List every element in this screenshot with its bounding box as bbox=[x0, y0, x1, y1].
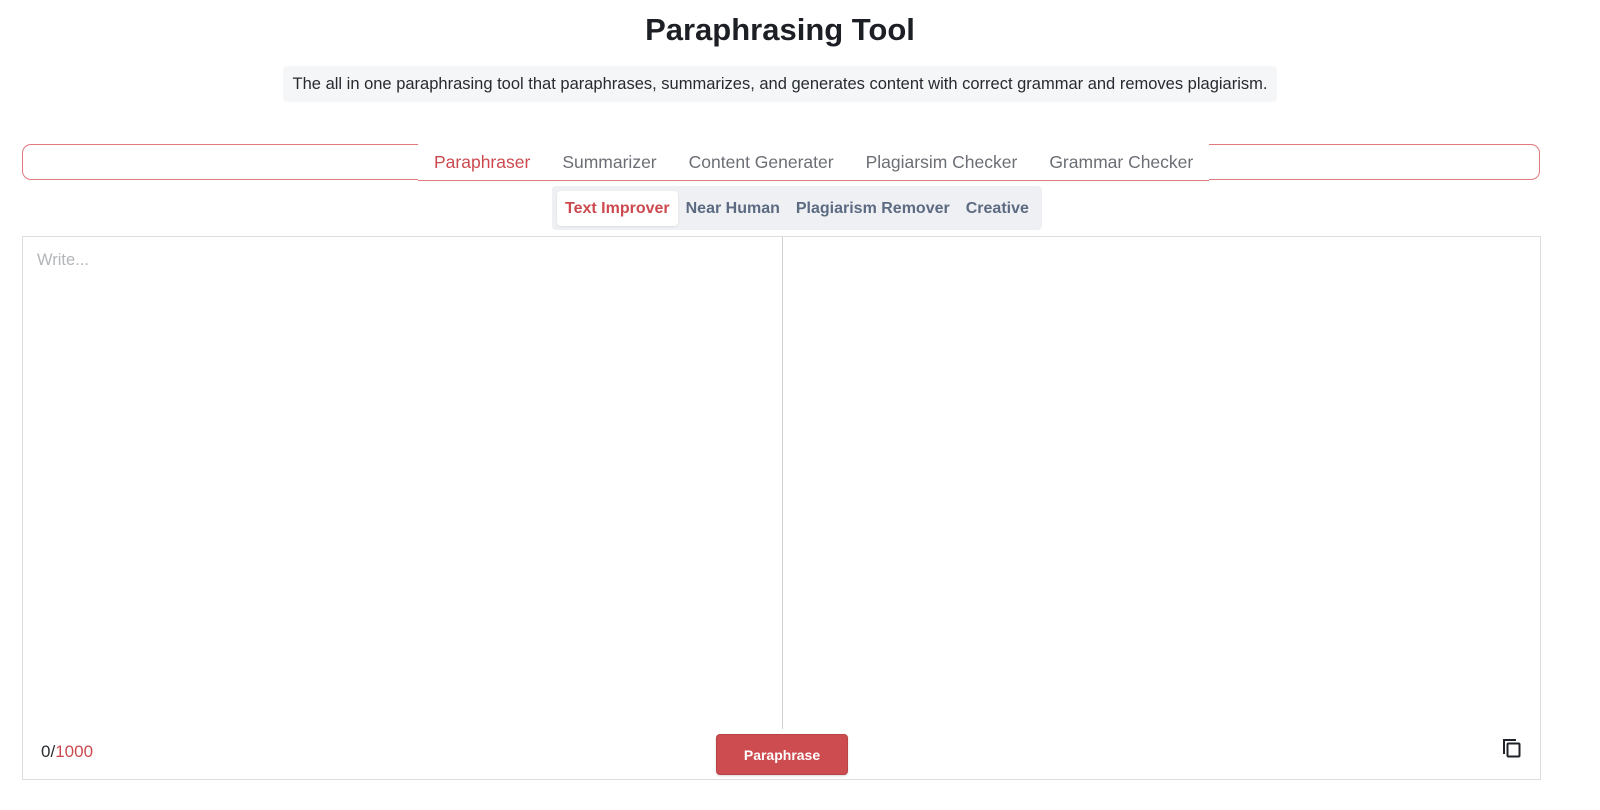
page-title: Paraphrasing Tool bbox=[645, 12, 915, 47]
mode-creative[interactable]: Creative bbox=[958, 191, 1037, 226]
tab-paraphraser[interactable]: Paraphraser bbox=[418, 144, 547, 181]
copy-icon-graphic bbox=[1503, 739, 1521, 758]
char-limit: 1000 bbox=[55, 742, 94, 761]
subtitle-container: The all in one paraphrasing tool that pa… bbox=[0, 66, 1560, 102]
tab-plagiarsim-checker[interactable]: Plagiarsim Checker bbox=[849, 144, 1034, 181]
mode-near-human[interactable]: Near Human bbox=[678, 191, 788, 226]
tab-summarizer[interactable]: Summarizer bbox=[546, 144, 673, 181]
tab-content-generater[interactable]: Content Generater bbox=[672, 144, 850, 181]
editor-panel: 0/1000 Paraphrase bbox=[22, 236, 1541, 780]
paraphrase-button[interactable]: Paraphrase bbox=[716, 734, 848, 775]
character-counter: 0/1000 bbox=[41, 740, 93, 764]
tab-grammar-checker[interactable]: Grammar Checker bbox=[1033, 144, 1210, 181]
input-pane bbox=[23, 237, 783, 729]
page-subtitle: The all in one paraphrasing tool that pa… bbox=[282, 66, 1278, 102]
mode-selector: Text Improver Near Human Plagiarism Remo… bbox=[552, 186, 1042, 230]
page: Paraphrasing Tool The all in one paraphr… bbox=[0, 0, 1600, 810]
input-textarea[interactable] bbox=[23, 237, 782, 729]
output-pane bbox=[783, 237, 1540, 729]
mode-plagiarism-remover[interactable]: Plagiarism Remover bbox=[788, 191, 958, 226]
mode-text-improver[interactable]: Text Improver bbox=[557, 190, 678, 226]
tool-tabs: Paraphraser Summarizer Content Generater… bbox=[418, 144, 1210, 181]
copy-icon[interactable] bbox=[1499, 736, 1523, 760]
